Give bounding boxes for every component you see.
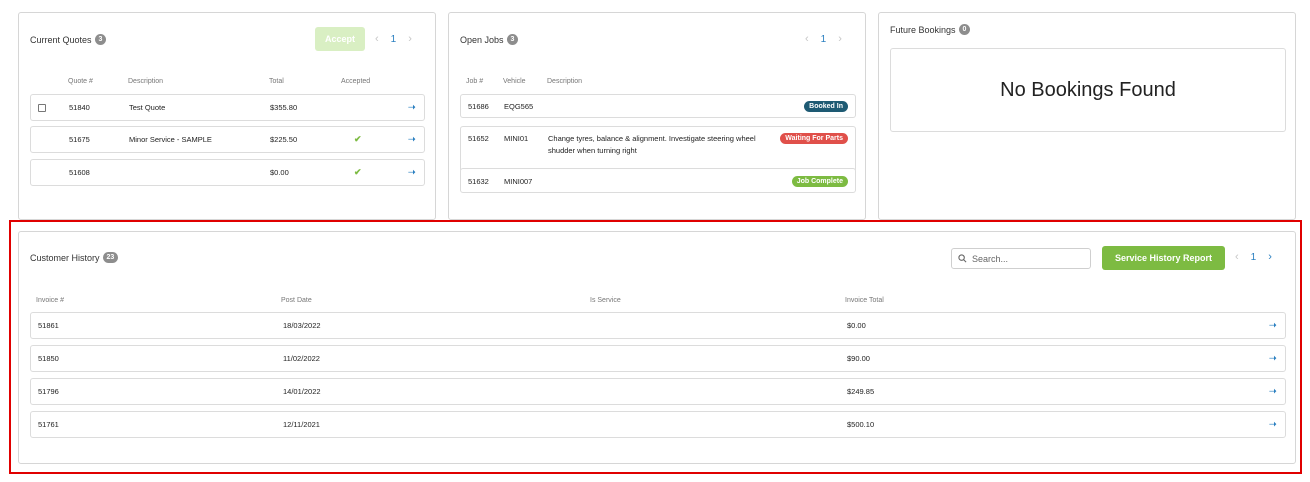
quote-total: $225.50 — [270, 135, 298, 144]
current-quotes-title: Current Quotes 3 — [30, 34, 107, 45]
job-number: 51686 — [468, 102, 489, 111]
open-jobs-count-badge: 3 — [506, 34, 519, 45]
job-row[interactable]: 51686 EQG565 Booked In — [460, 94, 856, 118]
open-jobs-pagination: ‹ 1 › — [805, 33, 842, 45]
current-quotes-panel: Current Quotes 3 Accept ‹ 1 › Quote # De… — [18, 12, 436, 220]
quote-row[interactable]: 51840 Test Quote $355.80 ➝ — [30, 94, 425, 121]
current-quotes-label: Current Quotes — [30, 34, 92, 45]
checkmark-icon: ✔ — [354, 167, 362, 177]
future-bookings-count-badge: 0 — [958, 24, 971, 35]
column-header-description: Description — [128, 78, 164, 85]
job-vehicle: MINI01 — [504, 134, 529, 143]
column-header-job-number: Job # — [466, 78, 484, 85]
column-header-quote-number: Quote # — [68, 78, 93, 85]
future-bookings-title: Future Bookings 0 — [890, 24, 971, 35]
open-jobs-panel: Open Jobs 3 ‹ 1 › Job # Vehicle Descript… — [448, 12, 866, 220]
job-vehicle: EQG565 — [504, 102, 534, 111]
quote-total: $355.80 — [270, 103, 298, 112]
job-description-line-2: shudder when turning right — [548, 146, 637, 155]
quote-row[interactable]: 51608 $0.00 ✔ ➝ — [30, 159, 425, 186]
job-row[interactable]: 51652 MINI01 Change tyres, balance & ali… — [460, 126, 856, 172]
no-bookings-box: No Bookings Found — [890, 48, 1286, 132]
future-bookings-label: Future Bookings — [890, 24, 956, 35]
current-quotes-page-number[interactable]: 1 — [391, 34, 397, 45]
quote-number: 51840 — [69, 103, 90, 112]
accept-button[interactable]: Accept — [315, 27, 365, 51]
job-number: 51632 — [468, 177, 489, 186]
job-row[interactable]: 51632 MINI007 Job Complete — [460, 168, 856, 193]
open-jobs-page-number[interactable]: 1 — [821, 34, 827, 45]
quote-total: $0.00 — [270, 168, 289, 177]
column-header-accepted: Accepted — [341, 78, 371, 85]
job-description-line-1: Change tyres, balance & alignment. Inves… — [548, 134, 756, 143]
quote-description: Minor Service - SAMPLE — [129, 135, 212, 144]
chevron-right-icon[interactable]: › — [408, 33, 412, 45]
chevron-right-icon[interactable]: › — [838, 33, 842, 45]
no-bookings-message: No Bookings Found — [1000, 78, 1176, 101]
current-quotes-pagination: ‹ 1 › — [375, 33, 412, 45]
future-bookings-panel: Future Bookings 0 No Bookings Found — [878, 12, 1296, 220]
column-header-description: Description — [547, 78, 583, 85]
status-badge-booked-in: Booked In — [804, 101, 848, 112]
chevron-left-icon[interactable]: ‹ — [805, 33, 809, 45]
quote-select-checkbox[interactable] — [38, 104, 46, 112]
open-jobs-title: Open Jobs 3 — [460, 34, 519, 45]
arrow-right-icon[interactable]: ➝ — [408, 102, 416, 113]
arrow-right-icon[interactable]: ➝ — [408, 134, 416, 145]
highlight-frame — [9, 220, 1302, 474]
open-jobs-label: Open Jobs — [460, 34, 504, 45]
column-header-total: Total — [269, 78, 284, 85]
chevron-left-icon[interactable]: ‹ — [375, 33, 379, 45]
quote-number: 51608 — [69, 168, 90, 177]
status-badge-waiting-for-parts: Waiting For Parts — [780, 133, 848, 144]
arrow-right-icon[interactable]: ➝ — [408, 167, 416, 178]
column-header-vehicle: Vehicle — [503, 78, 526, 85]
quote-number: 51675 — [69, 135, 90, 144]
checkmark-icon: ✔ — [354, 134, 362, 144]
quote-description: Test Quote — [129, 103, 166, 112]
quote-row[interactable]: 51675 Minor Service - SAMPLE $225.50 ✔ ➝ — [30, 126, 425, 153]
status-badge-job-complete: Job Complete — [791, 176, 848, 187]
job-number: 51652 — [468, 134, 489, 143]
current-quotes-count-badge: 3 — [94, 34, 107, 45]
job-vehicle: MINI007 — [504, 177, 533, 186]
